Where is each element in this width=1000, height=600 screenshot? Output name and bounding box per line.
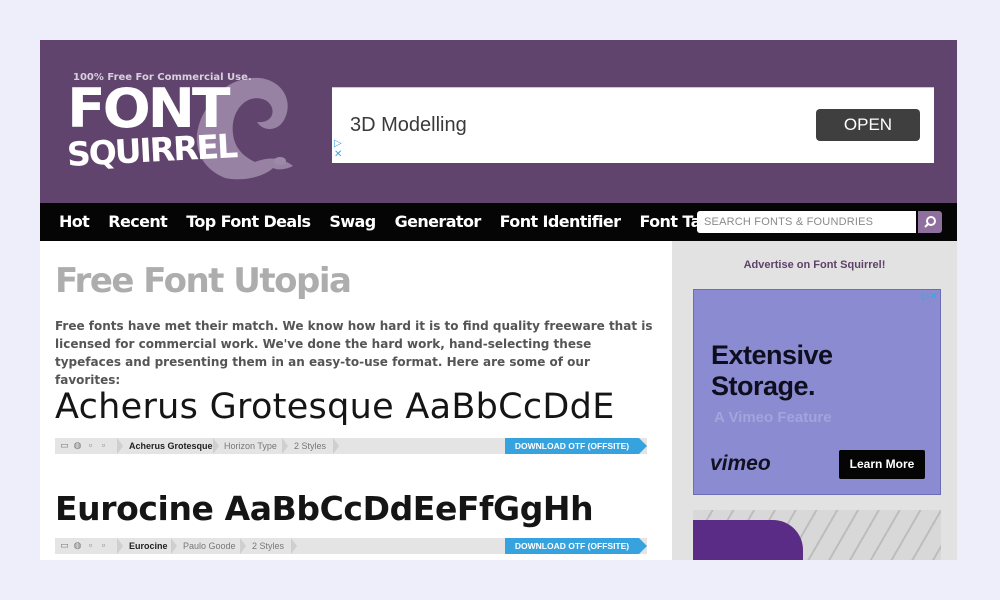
separator-icon <box>117 438 123 454</box>
foundry-link[interactable]: Paulo Goode <box>183 538 236 554</box>
app-icon: ▫ <box>88 540 93 550</box>
separator-icon <box>171 538 177 554</box>
download-arrow-icon <box>639 538 647 554</box>
separator-icon <box>117 538 123 554</box>
ad-choices-icon[interactable]: ▷✕ <box>922 291 938 302</box>
headline-line-1: Extensive <box>711 340 833 370</box>
logo-word-squirrel: SQUIRREL <box>65 126 238 174</box>
top-ad-title: 3D Modelling <box>350 114 467 136</box>
foundry-link[interactable]: Horizon Type <box>224 438 277 454</box>
ad-choices-icon[interactable]: ▷✕ <box>334 138 342 160</box>
font-squirrel-logo[interactable]: 100% Free For Commercial Use. FONT SQUIR… <box>65 66 295 201</box>
nav-item-top-font-deals[interactable]: Top Font Deals <box>186 203 311 241</box>
download-arrow-icon <box>639 438 647 454</box>
sidebar-ad-headline: Extensive Storage. <box>711 340 833 402</box>
top-banner-ad[interactable]: 3D Modelling OPEN ▷ ✕ <box>332 87 934 163</box>
font-name-link[interactable]: Acherus Grotesque <box>129 438 213 454</box>
app-icon: ▫ <box>88 440 93 450</box>
vimeo-logo: vimeo <box>710 452 771 475</box>
search-button[interactable] <box>918 211 942 233</box>
top-ad-open-button[interactable]: OPEN <box>816 109 920 141</box>
search-box: SEARCH FONTS & FOUNDRIES <box>697 211 942 233</box>
nav-item-hot[interactable]: Hot <box>59 203 90 241</box>
web-icon: ◍ <box>73 440 82 450</box>
main-nav: Hot Recent Top Font Deals Swag Generator… <box>40 203 957 241</box>
page-title: Free Font Utopia <box>55 261 352 301</box>
main-content: Free Font Utopia Free fonts have met the… <box>40 241 672 560</box>
headline-line-2: Storage. <box>711 371 816 401</box>
download-button[interactable]: DOWNLOAD OTF (OFFSITE) <box>505 438 639 454</box>
merch-image[interactable] <box>693 510 941 560</box>
font-sample-preview[interactable]: Eurocine AaBbCcDdEeFfGgHh <box>55 489 594 528</box>
search-input[interactable]: SEARCH FONTS & FOUNDRIES <box>697 211 916 233</box>
ebook-icon: ▫ <box>101 440 106 450</box>
desktop-icon: ▭ <box>60 440 69 450</box>
page-frame: 100% Free For Commercial Use. FONT SQUIR… <box>40 40 957 560</box>
sidebar-ad[interactable]: ▷✕ Extensive Storage. A Vimeo Feature vi… <box>693 289 941 495</box>
learn-more-button[interactable]: Learn More <box>839 450 925 479</box>
nav-item-generator[interactable]: Generator <box>395 203 482 241</box>
download-button[interactable]: DOWNLOAD OTF (OFFSITE) <box>505 538 639 554</box>
advertise-link[interactable]: Advertise on Font Squirrel! <box>672 259 957 271</box>
sidebar: Advertise on Font Squirrel! ▷✕ Extensive… <box>672 241 957 560</box>
separator-icon <box>213 438 219 454</box>
font-info-bar: ▭ ◍ ▫ ▫ Eurocine Paulo Goode 2 Styles DO… <box>55 538 647 554</box>
nav-item-font-identifier[interactable]: Font Identifier <box>500 203 621 241</box>
web-icon: ◍ <box>73 540 82 550</box>
styles-count: 2 Styles <box>294 441 327 451</box>
font-name-link[interactable]: Eurocine <box>129 538 168 554</box>
site-header: 100% Free For Commercial Use. FONT SQUIR… <box>40 40 957 203</box>
search-placeholder: SEARCH FONTS & FOUNDRIES <box>704 216 874 228</box>
font-sample-preview[interactable]: Acherus Grotesque AaBbCcDdE <box>55 387 615 427</box>
shirt-graphic <box>693 520 803 560</box>
separator-icon <box>333 438 339 454</box>
search-icon <box>924 216 936 228</box>
intro-text: Free fonts have met their match. We know… <box>55 319 653 387</box>
ebook-icon: ▫ <box>101 540 106 550</box>
font-info-bar: ▭ ◍ ▫ ▫ Acherus Grotesque Horizon Type 2… <box>55 438 647 454</box>
styles-count: 2 Styles <box>252 541 285 551</box>
nav-item-recent[interactable]: Recent <box>108 203 168 241</box>
nav-item-swag[interactable]: Swag <box>329 203 376 241</box>
separator-icon <box>291 538 297 554</box>
separator-icon <box>240 538 246 554</box>
sidebar-ad-subtitle: A Vimeo Feature <box>714 409 832 426</box>
desktop-icon: ▭ <box>60 540 69 550</box>
separator-icon <box>282 438 288 454</box>
